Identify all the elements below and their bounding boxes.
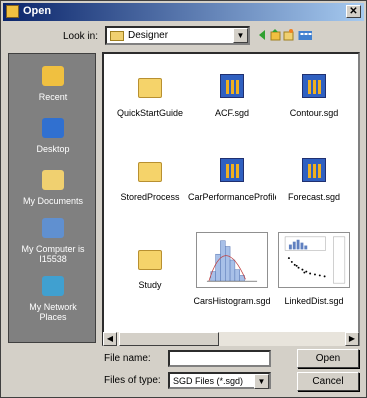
- sgd-file-icon: [220, 74, 244, 98]
- folder-icon: [138, 78, 162, 98]
- scroll-thumb[interactable]: [119, 332, 219, 346]
- chevron-down-icon[interactable]: ▼: [233, 28, 248, 43]
- file-name-label: File name:: [104, 353, 151, 364]
- back-icon[interactable]: [257, 28, 268, 42]
- file-item[interactable]: QuickStartGuide: [110, 78, 190, 118]
- desktop-icon: [42, 118, 64, 138]
- scatter-thumbnail: [278, 232, 350, 288]
- file-name: Contour.sgd: [289, 108, 339, 118]
- up-folder-icon[interactable]: [270, 28, 281, 42]
- folder-icon: [138, 250, 162, 270]
- file-item[interactable]: LinkedDist.sgd: [274, 232, 354, 306]
- histogram-thumbnail: [196, 232, 268, 288]
- file-name: Forecast.sgd: [287, 192, 341, 202]
- place-label: My Network Places: [29, 302, 77, 322]
- file-name: CarsHistogram.sgd: [193, 296, 271, 306]
- sgd-file-icon: [302, 74, 326, 98]
- look-in-value: Designer: [128, 30, 169, 41]
- place-my-documents[interactable]: My Documents: [9, 170, 97, 206]
- file-name: StoredProcess: [120, 192, 180, 202]
- place-my-computer[interactable]: My Computer is I15538: [9, 218, 97, 264]
- place-label: Recent: [38, 92, 68, 102]
- recent-icon: [42, 66, 64, 86]
- file-name: ACF.sgd: [214, 108, 249, 118]
- open-button[interactable]: Open: [297, 349, 359, 368]
- place-label: My Documents: [22, 196, 84, 206]
- my-documents-icon: [42, 170, 64, 190]
- file-item[interactable]: Study: [110, 250, 190, 290]
- files-of-type-value: SGD Files (*.sgd): [173, 376, 244, 386]
- file-item[interactable]: Contour.sgd: [274, 74, 354, 118]
- file-name: Study: [138, 280, 162, 290]
- chevron-down-icon[interactable]: ▼: [254, 374, 269, 389]
- file-name: QuickStartGuide: [116, 108, 184, 118]
- title-bar[interactable]: Open ✕: [3, 3, 364, 21]
- open-dialog: Open ✕ Look in: Designer ▼ Recent Deskto…: [0, 0, 367, 398]
- network-icon: [42, 276, 64, 296]
- view-menu-icon[interactable]: [296, 28, 312, 42]
- toolbar: [257, 28, 312, 44]
- file-name: LinkedDist.sgd: [284, 296, 344, 306]
- look-in-select[interactable]: Designer ▼: [105, 26, 250, 45]
- file-name: CarPerformanceProfile: [188, 192, 276, 202]
- window-title: Open: [23, 5, 52, 17]
- file-item[interactable]: StoredProcess: [110, 162, 190, 202]
- files-of-type-label: Files of type:: [104, 375, 161, 386]
- new-folder-icon[interactable]: [283, 28, 294, 42]
- places-bar: Recent Desktop My Documents My Computer …: [8, 53, 96, 343]
- place-recent[interactable]: Recent: [9, 66, 97, 102]
- file-item[interactable]: Forecast.sgd: [274, 158, 354, 202]
- my-computer-icon: [42, 218, 64, 238]
- app-icon: [6, 5, 19, 18]
- place-desktop[interactable]: Desktop: [9, 118, 97, 154]
- close-button[interactable]: ✕: [346, 5, 361, 18]
- folder-icon: [138, 162, 162, 182]
- place-my-network[interactable]: My Network Places: [9, 276, 97, 322]
- horizontal-scrollbar[interactable]: ◀ ▶: [103, 332, 359, 346]
- file-name-input[interactable]: [168, 350, 271, 367]
- place-label: My Computer is I15538: [21, 244, 85, 264]
- folder-icon: [110, 31, 124, 41]
- file-item[interactable]: CarPerformanceProfile: [188, 158, 276, 202]
- cancel-button[interactable]: Cancel: [297, 372, 359, 391]
- file-item[interactable]: ACF.sgd: [192, 74, 272, 118]
- look-in-label: Look in:: [63, 31, 99, 42]
- place-label: Desktop: [36, 144, 70, 154]
- sgd-file-icon: [302, 158, 326, 182]
- files-of-type-select[interactable]: SGD Files (*.sgd) ▼: [168, 372, 271, 389]
- scroll-right-icon[interactable]: ▶: [345, 332, 359, 346]
- sgd-file-icon: [220, 158, 244, 182]
- file-item[interactable]: CarsHistogram.sgd: [192, 232, 272, 306]
- file-list[interactable]: QuickStartGuide ACF.sgd Contour.sgd Stor…: [102, 52, 360, 346]
- scroll-left-icon[interactable]: ◀: [103, 332, 117, 346]
